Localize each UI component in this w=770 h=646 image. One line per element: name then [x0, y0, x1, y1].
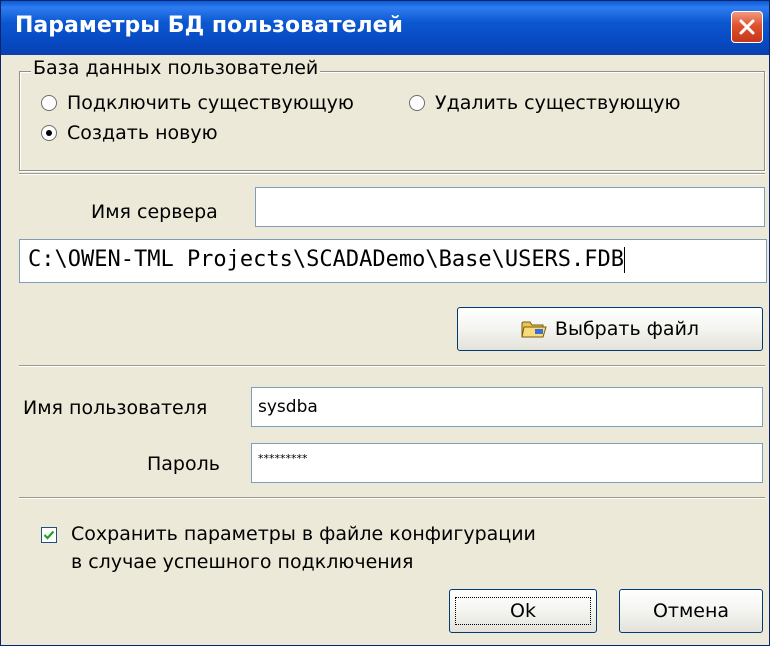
choose-file-button[interactable]: Выбрать файл [457, 307, 763, 351]
window-title: Параметры БД пользователей [15, 13, 403, 38]
db-group-legend: База данных пользователей [31, 57, 321, 79]
ok-button[interactable]: Ok [449, 589, 597, 633]
db-path-field[interactable]: C:\OWEN-TML Projects\SCADADemo\Base\USER… [19, 239, 767, 283]
server-input[interactable] [255, 187, 765, 227]
radio-connect-label: Подключить существующую [67, 92, 354, 114]
save-config-label-line2: в случае успешного подключения [71, 551, 414, 573]
close-icon [739, 19, 755, 35]
text-caret [624, 247, 626, 273]
server-label: Имя сервера [91, 201, 218, 223]
choose-file-label: Выбрать файл [554, 318, 700, 340]
radio-delete-existing[interactable]: Удалить существующую [409, 92, 681, 114]
dialog-window: Параметры БД пользователей База данных п… [0, 0, 770, 646]
radio-create-indicator[interactable] [41, 125, 57, 141]
radio-create-new[interactable]: Создать новую [41, 122, 218, 144]
radio-delete-indicator[interactable] [409, 95, 425, 111]
cancel-button[interactable]: Отмена [619, 589, 763, 633]
dialog-body: База данных пользователей Подключить сущ… [1, 55, 769, 645]
radio-connect-existing[interactable]: Подключить существующую [41, 92, 354, 114]
ok-button-label: Ok [455, 597, 591, 625]
password-label: Пароль [147, 453, 220, 475]
db-groupbox [19, 71, 765, 171]
separator-bottom [19, 497, 765, 499]
password-input[interactable]: ********* [251, 443, 763, 483]
db-path-text: C:\OWEN-TML Projects\SCADADemo\Base\USER… [28, 247, 625, 272]
radio-delete-label: Удалить существующую [435, 92, 681, 114]
title-bar[interactable]: Параметры БД пользователей [1, 1, 769, 55]
username-label: Имя пользователя [23, 397, 208, 419]
separator-top [19, 173, 765, 175]
cancel-button-label: Отмена [652, 600, 730, 622]
save-config-label-line1: Сохранить параметры в файле конфигурации [71, 523, 536, 545]
username-input[interactable]: sysdba [251, 387, 763, 427]
folder-icon [521, 321, 547, 338]
save-config-checkbox[interactable] [41, 527, 57, 543]
checkmark-icon [43, 530, 55, 540]
radio-create-label: Создать новую [67, 122, 218, 144]
radio-connect-indicator[interactable] [41, 95, 57, 111]
separator-middle [19, 365, 765, 367]
close-button[interactable] [731, 11, 763, 43]
